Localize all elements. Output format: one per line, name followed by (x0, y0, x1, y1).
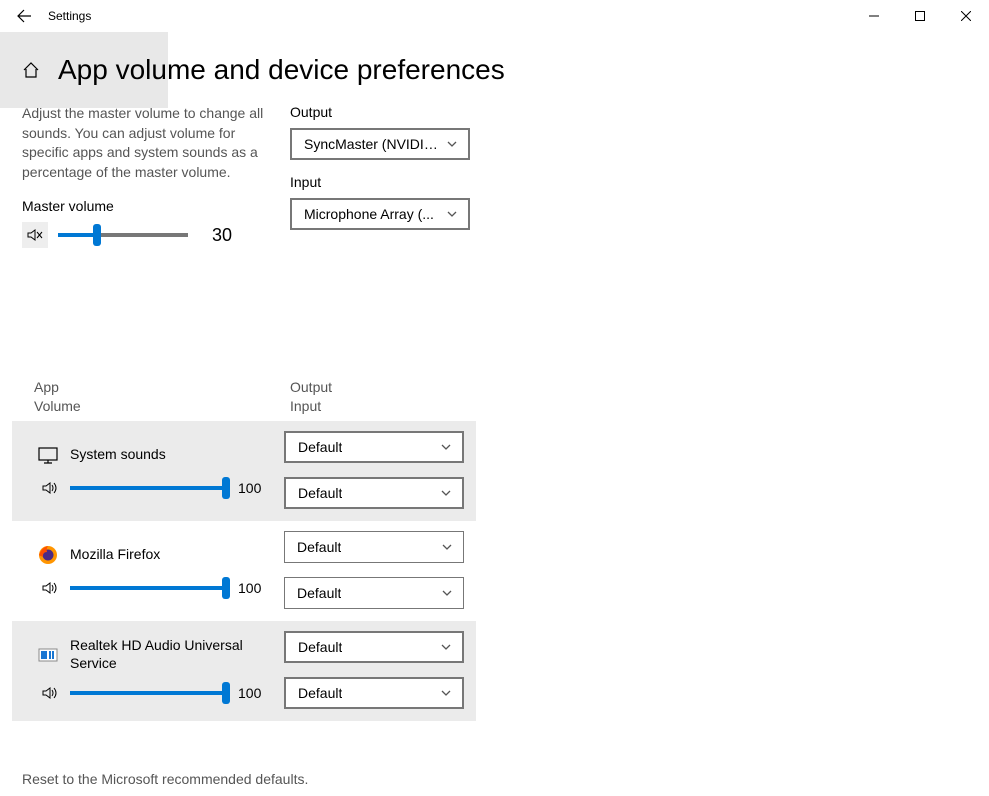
output-label: Output (290, 104, 470, 120)
app-mute-button[interactable] (42, 684, 60, 702)
master-mute-button[interactable] (22, 222, 48, 248)
master-volume-slider[interactable] (58, 233, 188, 237)
page-description: Adjust the master volume to change all s… (22, 104, 268, 182)
content-area: App volume and device preferences Adjust… (0, 32, 989, 796)
window-title: Settings (48, 9, 91, 23)
monitor-icon (37, 444, 59, 466)
minimize-icon (869, 11, 879, 21)
minimize-button[interactable] (851, 0, 897, 32)
maximize-icon (915, 11, 925, 21)
column-header-output: Output (290, 378, 332, 396)
speaker-mute-icon (27, 227, 43, 243)
app-output-value: Default (297, 539, 341, 555)
output-device-dropdown[interactable]: SyncMaster (NVIDIA... (290, 128, 470, 160)
app-icon (36, 443, 60, 467)
realtek-icon (37, 644, 59, 666)
app-mute-button[interactable] (42, 479, 60, 497)
close-button[interactable] (943, 0, 989, 32)
column-header-volume: Volume (34, 397, 290, 415)
arrow-left-icon (16, 8, 32, 24)
app-volume-slider[interactable] (70, 586, 226, 590)
chevron-down-icon (440, 487, 452, 499)
app-output-dropdown[interactable]: Default (284, 431, 464, 463)
app-name: System sounds (70, 446, 166, 464)
input-device-dropdown[interactable]: Microphone Array (... (290, 198, 470, 230)
chevron-down-icon (440, 641, 452, 653)
app-input-dropdown[interactable]: Default (284, 677, 464, 709)
master-volume-label: Master volume (22, 198, 268, 214)
page-title: App volume and device preferences (58, 54, 505, 86)
app-volume-slider[interactable] (70, 486, 226, 490)
app-volume-value: 100 (238, 480, 261, 496)
titlebar: Settings (0, 0, 989, 32)
speaker-icon (42, 479, 60, 497)
app-input-dropdown[interactable]: Default (284, 477, 464, 509)
column-header-input: Input (290, 397, 332, 415)
app-name: Mozilla Firefox (70, 546, 160, 564)
app-input-value: Default (297, 585, 341, 601)
chevron-down-icon (446, 208, 458, 220)
chevron-down-icon (441, 541, 453, 553)
app-output-value: Default (298, 439, 342, 455)
app-row: Realtek HD Audio Universal Service 100 Def… (12, 621, 476, 721)
app-input-value: Default (298, 485, 342, 501)
app-output-value: Default (298, 639, 342, 655)
chevron-down-icon (440, 441, 452, 453)
output-device-value: SyncMaster (NVIDIA... (304, 136, 440, 152)
column-header-app: App (34, 378, 290, 396)
app-output-dropdown[interactable]: Default (284, 531, 464, 563)
input-label: Input (290, 174, 470, 190)
back-button[interactable] (0, 0, 48, 32)
maximize-button[interactable] (897, 0, 943, 32)
close-icon (961, 11, 971, 21)
app-volume-value: 100 (238, 685, 261, 701)
firefox-icon (37, 544, 59, 566)
master-volume-value: 30 (212, 225, 232, 246)
app-mute-button[interactable] (42, 579, 60, 597)
reset-description: Reset to the Microsoft recommended defau… (22, 771, 989, 787)
app-row: Mozilla Firefox 100 Default Default (12, 521, 476, 621)
speaker-icon (42, 684, 60, 702)
chevron-down-icon (446, 138, 458, 150)
input-device-value: Microphone Array (... (304, 206, 434, 222)
app-row: System sounds 100 Default Default (12, 421, 476, 521)
app-volume-value: 100 (238, 580, 261, 596)
app-output-dropdown[interactable]: Default (284, 631, 464, 663)
app-icon (36, 543, 60, 567)
chevron-down-icon (441, 587, 453, 599)
speaker-icon (42, 579, 60, 597)
app-volume-slider[interactable] (70, 691, 226, 695)
app-input-value: Default (298, 685, 342, 701)
chevron-down-icon (440, 687, 452, 699)
home-icon[interactable] (22, 61, 40, 79)
app-icon (36, 643, 60, 667)
app-name: Realtek HD Audio Universal Service (70, 637, 270, 672)
app-input-dropdown[interactable]: Default (284, 577, 464, 609)
